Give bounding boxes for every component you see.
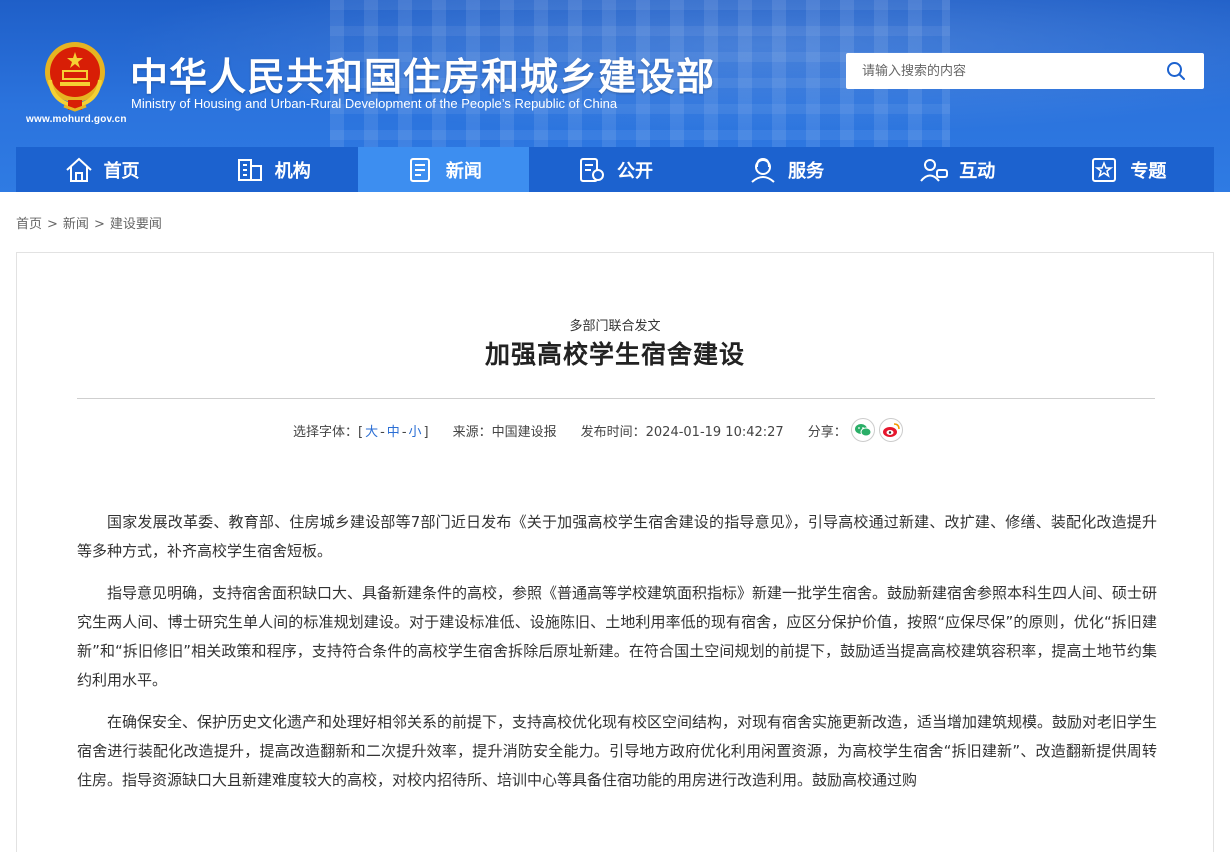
- font-small-link[interactable]: 小: [409, 425, 422, 440]
- article-meta: 选择字体：[大 - 中 - 小] 来源：中国建设报 发布时间：2024-01-19 10…: [293, 417, 903, 443]
- nav-label: 机构: [274, 160, 311, 182]
- nav-label: 首页: [103, 160, 140, 182]
- national-emblem-icon[interactable]: [42, 40, 108, 112]
- site-url: www.mohurd.gov.cn: [26, 114, 127, 125]
- nav-item-topic[interactable]: 专题: [1043, 147, 1214, 192]
- nav-label: 公开: [616, 160, 653, 182]
- article-kicker: 多部门联合发文: [569, 319, 661, 334]
- site-subtitle: Ministry of Housing and Urban-Rural Deve…: [131, 96, 618, 111]
- nav-item-organization[interactable]: 机构: [187, 147, 358, 192]
- article-publish-time: 发布时间：2024-01-19 10:42:27: [580, 424, 784, 440]
- font-large-link[interactable]: 大: [365, 425, 378, 440]
- main-nav: 首页 机构 新闻 公开 服务 互动 专题: [16, 147, 1214, 192]
- breadcrumb-home[interactable]: 首页: [16, 217, 42, 232]
- nav-item-disclosure[interactable]: 公开: [529, 147, 700, 192]
- search-box: [846, 53, 1204, 89]
- nav-label: 互动: [959, 160, 996, 182]
- site-title[interactable]: 中华人民共和国住房和城乡建设部: [130, 46, 715, 101]
- interaction-icon: [920, 158, 949, 182]
- divider: [77, 398, 1155, 399]
- news-icon: [409, 157, 430, 182]
- article-source: 来源：中国建设报: [452, 424, 557, 440]
- home-icon: [65, 157, 92, 182]
- breadcrumb: 首页 > 新闻 > 建设要闻: [16, 217, 162, 232]
- article-paragraph: 指导意见明确，支持宿舍面积缺口大、具备新建条件的高校，参照《普通高等学校建筑面积…: [77, 584, 1158, 689]
- search-input[interactable]: [846, 53, 1156, 89]
- nav-item-interaction[interactable]: 互动: [872, 147, 1043, 192]
- share-label: 分享：: [807, 424, 847, 440]
- article-headline: 加强高校学生宿舍建设: [484, 340, 745, 369]
- nav-label: 新闻: [445, 160, 482, 182]
- font-size-selector: 选择字体：[大 - 中 - 小]: [293, 424, 429, 440]
- article-body: 国家发展改革委、教育部、住房城乡建设部等7部门近日发布《关于加强高校学生宿舍建设…: [77, 508, 1157, 808]
- service-icon: [751, 157, 775, 183]
- nav-item-news[interactable]: 新闻: [358, 147, 530, 192]
- disclosure-icon: [579, 157, 604, 182]
- topic-icon: [1092, 157, 1117, 182]
- breadcrumb-construction-news[interactable]: 建设要闻: [110, 217, 162, 232]
- breadcrumb-news[interactable]: 新闻: [63, 217, 89, 232]
- font-medium-link[interactable]: 中: [387, 425, 400, 440]
- article-paragraph: 在确保安全、保护历史文化遗产和处理好相邻关系的前提下，支持高校优化现有校区空间结…: [77, 713, 1158, 789]
- building-icon: [237, 158, 262, 181]
- nav-label: 专题: [1130, 160, 1167, 182]
- search-icon[interactable]: [1166, 61, 1186, 81]
- nav-item-service[interactable]: 服务: [701, 147, 872, 192]
- article-paragraph: 国家发展改革委、教育部、住房城乡建设部等7部门近日发布《关于加强高校学生宿舍建设…: [77, 513, 1157, 560]
- nav-label: 服务: [788, 160, 825, 182]
- article-panel: 多部门联合发文 加强高校学生宿舍建设 选择字体：[大 - 中 - 小] 来源：中国建设报…: [16, 252, 1214, 852]
- weibo-share-icon[interactable]: [878, 418, 903, 442]
- wechat-share-icon[interactable]: [850, 418, 875, 442]
- nav-item-home[interactable]: 首页: [16, 147, 187, 192]
